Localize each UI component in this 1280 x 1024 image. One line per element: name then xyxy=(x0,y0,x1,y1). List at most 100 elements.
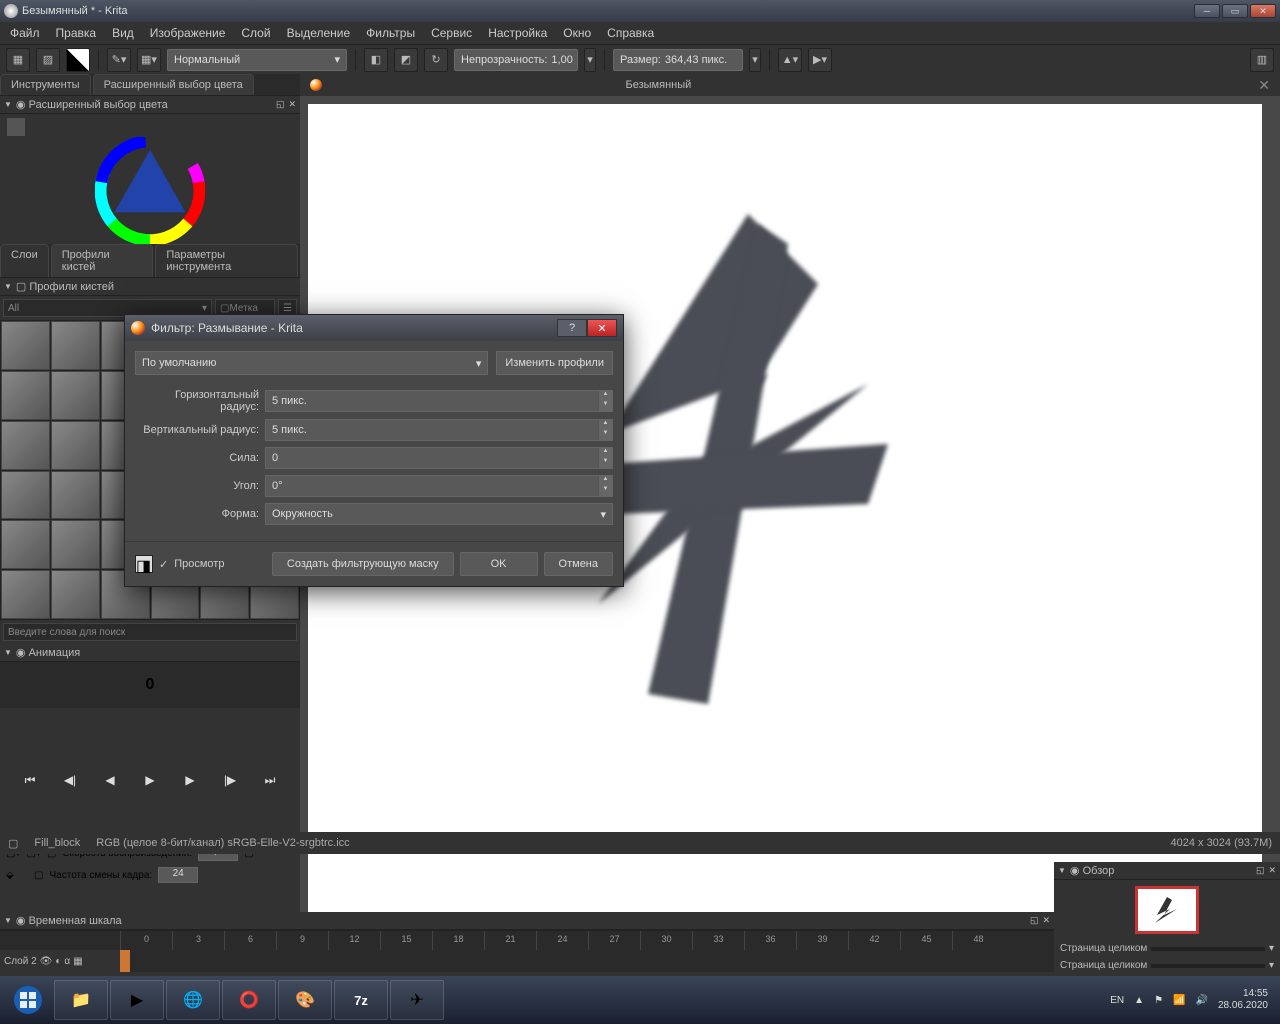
tab-tools[interactable]: Инструменты xyxy=(0,74,91,95)
taskbar-app-explorer[interactable]: 📁 xyxy=(54,980,108,1020)
angle-input[interactable]: 0°▲▼ xyxy=(265,475,613,497)
last-frame-icon[interactable]: ⏭ xyxy=(260,770,280,790)
menu-image[interactable]: Изображение xyxy=(144,24,232,42)
taskbar-app-opera[interactable]: ⭕ xyxy=(222,980,276,1020)
vradius-input[interactable]: 5 пикс.▲▼ xyxy=(265,419,613,441)
zoom-slider[interactable] xyxy=(1151,947,1265,951)
minimize-button[interactable]: ─ xyxy=(1194,4,1220,18)
pattern-icon[interactable]: ▨ xyxy=(36,48,60,72)
menu-view[interactable]: Вид xyxy=(106,24,140,42)
brushes-dock-header[interactable]: ▼▢ Профили кистей xyxy=(0,278,300,296)
fgbg-swatch[interactable] xyxy=(66,48,90,72)
zoom-dropdown-icon[interactable]: ▾ xyxy=(1269,943,1274,954)
dialog-close-button[interactable]: ✕ xyxy=(587,319,617,337)
preview-compare-icon[interactable]: ◨ xyxy=(135,555,153,573)
zoom-dropdown-icon[interactable]: ▾ xyxy=(1269,960,1274,971)
size-dropdown-icon[interactable]: ▾ xyxy=(749,48,761,72)
close-dock-icon[interactable]: ✕ xyxy=(288,99,296,110)
onion-icon[interactable]: ◐ xyxy=(55,956,61,967)
brush-preset[interactable] xyxy=(1,520,50,569)
menu-settings[interactable]: Настройка xyxy=(482,24,553,42)
next-keyframe-icon[interactable]: |▶ xyxy=(220,770,240,790)
brush-preset[interactable] xyxy=(1,421,50,470)
fps-input[interactable]: 24 xyxy=(158,867,198,883)
tray-volume-icon[interactable]: 🔊 xyxy=(1195,995,1207,1006)
prev-frame-icon[interactable]: ◀ xyxy=(100,770,120,790)
timeline-ruler[interactable]: 036912151821242730333639424548 xyxy=(0,930,1054,950)
overview-thumbnail[interactable] xyxy=(1135,886,1199,934)
taskbar-app-media[interactable]: ▶ xyxy=(110,980,164,1020)
menu-edit[interactable]: Правка xyxy=(50,24,103,42)
brush-search-input[interactable]: Введите слова для поиск xyxy=(3,623,297,641)
close-dock-icon[interactable]: ✕ xyxy=(1268,865,1276,876)
mirror-h-icon[interactable]: ▲▾ xyxy=(778,48,802,72)
play-icon[interactable]: ▶ xyxy=(140,770,160,790)
brush-preset[interactable] xyxy=(51,321,100,370)
menu-layer[interactable]: Слой xyxy=(235,24,276,42)
brush-editor-icon[interactable]: ▦▾ xyxy=(137,48,161,72)
document-tab[interactable] xyxy=(300,79,342,91)
tray-flag-icon[interactable]: ⚑ xyxy=(1154,995,1163,1006)
brush-preset[interactable] xyxy=(51,520,100,569)
preview-checkbox-label[interactable]: Просмотр xyxy=(174,558,224,570)
current-frame-marker[interactable] xyxy=(120,950,130,972)
menu-tools[interactable]: Сервис xyxy=(425,24,478,42)
next-frame-icon[interactable]: ▶ xyxy=(180,770,200,790)
menu-window[interactable]: Окно xyxy=(557,24,597,42)
close-button[interactable]: ✕ xyxy=(1250,4,1276,18)
tray-lang[interactable]: EN xyxy=(1110,995,1124,1006)
blend-mode-select[interactable]: Нормальный▾ xyxy=(167,49,347,71)
tray-show-hidden-icon[interactable]: ▲ xyxy=(1134,995,1144,1006)
timeline-track[interactable]: Слой 2👁◐α▦ xyxy=(0,950,1054,972)
gradient-icon[interactable]: ▦ xyxy=(6,48,30,72)
workspace-chooser-icon[interactable]: ▥ xyxy=(1250,48,1274,72)
shape-select[interactable]: Окружность▾ xyxy=(265,503,613,525)
eraser-icon[interactable]: ◧ xyxy=(364,48,388,72)
edit-profiles-button[interactable]: Изменить профили xyxy=(496,351,613,375)
brush-preset[interactable] xyxy=(1,371,50,420)
taskbar-app-telegram[interactable]: ✈ xyxy=(390,980,444,1020)
start-button[interactable] xyxy=(4,980,52,1020)
zoom-slider[interactable] xyxy=(1151,964,1265,968)
menu-filters[interactable]: Фильтры xyxy=(360,24,421,42)
hradius-input[interactable]: 5 пикс.▲▼ xyxy=(265,390,613,412)
create-mask-button[interactable]: Создать фильтрующую маску xyxy=(272,552,454,576)
close-dock-icon[interactable]: ✕ xyxy=(1042,915,1050,926)
alpha-icon[interactable]: α xyxy=(64,956,70,967)
menu-help[interactable]: Справка xyxy=(601,24,660,42)
brush-preset[interactable] xyxy=(1,471,50,520)
first-frame-icon[interactable]: ⏮ xyxy=(20,770,40,790)
prev-keyframe-icon[interactable]: ◀| xyxy=(60,770,80,790)
brush-preset[interactable] xyxy=(1,570,50,619)
color-history-icon[interactable] xyxy=(6,117,26,137)
float-icon[interactable]: ◱ xyxy=(276,99,285,110)
cancel-button[interactable]: Отмена xyxy=(544,552,613,576)
preset-select[interactable]: По умолчанию▾ xyxy=(135,351,488,375)
maximize-button[interactable]: ▭ xyxy=(1222,4,1248,18)
tab-tool-options[interactable]: Параметры инструмента xyxy=(155,244,298,277)
taskbar-app-7z[interactable]: 7z xyxy=(334,980,388,1020)
taskbar-app-chrome[interactable]: 🌐 xyxy=(166,980,220,1020)
opacity-dropdown-icon[interactable]: ▾ xyxy=(584,48,596,72)
overview-header[interactable]: Обзор xyxy=(1083,865,1115,877)
animation-dock-header[interactable]: ▼◉ Анимация xyxy=(0,644,300,662)
color-dock-header[interactable]: ▼◉ Расширенный выбор цвета◱✕ xyxy=(0,96,300,114)
lock-icon[interactable]: ▦ xyxy=(73,956,82,967)
brush-preset[interactable] xyxy=(51,471,100,520)
dialog-titlebar[interactable]: Фильтр: Размывание - Krita ? ✕ xyxy=(125,315,623,341)
reload-icon[interactable]: ↻ xyxy=(424,48,448,72)
tab-brush-presets[interactable]: Профили кистей xyxy=(51,244,154,277)
color-selector[interactable] xyxy=(0,114,300,244)
float-icon[interactable]: ◱ xyxy=(1030,915,1039,926)
close-document-icon[interactable]: ✕ xyxy=(1258,77,1270,94)
strength-input[interactable]: 0▲▼ xyxy=(265,447,613,469)
brush-preset[interactable] xyxy=(51,421,100,470)
brush-preset[interactable] xyxy=(1,321,50,370)
mirror-v-icon[interactable]: ▶▾ xyxy=(808,48,832,72)
alpha-lock-icon[interactable]: ◩ xyxy=(394,48,418,72)
dialog-help-button[interactable]: ? xyxy=(557,319,587,337)
taskbar-app-krita[interactable]: 🎨 xyxy=(278,980,332,1020)
tab-layers[interactable]: Слои xyxy=(0,244,49,277)
brush-preset[interactable] xyxy=(51,570,100,619)
tray-network-icon[interactable]: 📶 xyxy=(1173,995,1185,1006)
